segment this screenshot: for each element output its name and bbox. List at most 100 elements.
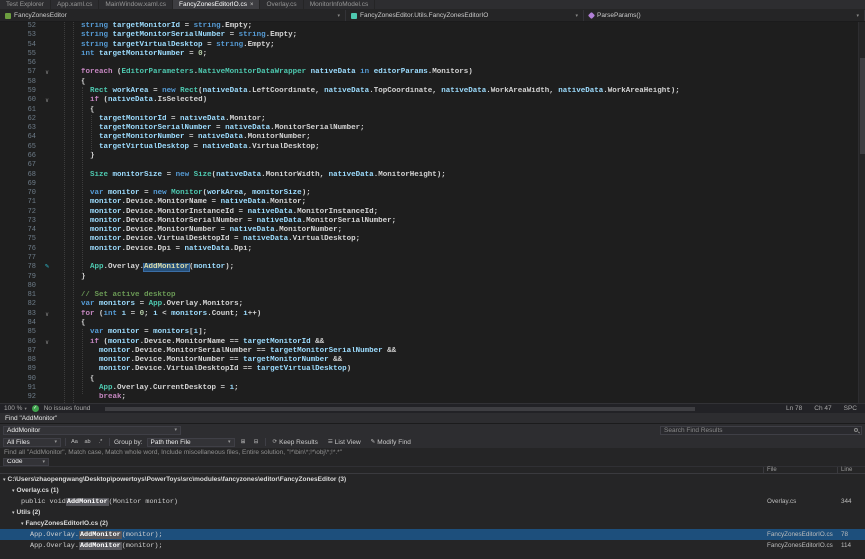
tab-fancyzoneseditorio-cs[interactable]: FancyZonesEditorIO.cs×: [173, 0, 260, 9]
tab-monitorinfomodel-cs[interactable]: MonitorInfoModel.cs: [304, 0, 376, 9]
zoom-select[interactable]: 100 % ▾: [4, 405, 27, 412]
close-icon[interactable]: ×: [250, 2, 254, 8]
regex-button[interactable]: .*: [96, 438, 105, 447]
code-line-60[interactable]: 60∨ if (nativeData.IsSelected): [0, 96, 865, 105]
code-line-73[interactable]: 73 monitor.Device.MonitorSerialNumber = …: [0, 217, 865, 226]
fold-collapse-icon[interactable]: ∨: [45, 311, 49, 318]
code-line-77[interactable]: 77: [0, 254, 865, 263]
column-line[interactable]: Line: [838, 467, 865, 473]
project-dropdown[interactable]: FancyZonesEditor ▾: [0, 10, 346, 21]
result-file: FancyZonesEditorIO.cs: [764, 531, 838, 538]
match-case-button[interactable]: Aa: [70, 438, 79, 447]
find-result-row[interactable]: App.Overlay.AddMonitor(monitor);FancyZon…: [0, 529, 865, 540]
modify-find-button[interactable]: ✎ Modify Find: [368, 439, 414, 446]
tab-mainwindow-xaml-cs[interactable]: MainWindow.xaml.cs: [99, 0, 173, 9]
code-line-67[interactable]: 67: [0, 161, 865, 170]
code-line-76[interactable]: 76 monitor.Device.Dpi = nativeData.Dpi;: [0, 245, 865, 254]
code-line-57[interactable]: 57∨ foreach (EditorParameters.NativeMoni…: [0, 68, 865, 77]
code-line-78[interactable]: 78✎ App.Overlay.AddMonitor(monitor);: [0, 263, 865, 272]
editor-vertical-scrollbar[interactable]: [858, 22, 865, 403]
column-indicator[interactable]: Ch 47: [814, 405, 831, 412]
find-query-combo[interactable]: AddMonitor ▾: [3, 426, 181, 435]
editor-horizontal-scrollbar[interactable]: [105, 407, 695, 411]
member-dropdown[interactable]: ParseParams() ▾: [584, 10, 865, 21]
file-types-combo[interactable]: All Files ▾: [3, 438, 61, 447]
code-line-62[interactable]: 62 targetMonitorId = nativeData.Monitor;: [0, 115, 865, 124]
issues-status[interactable]: No issues found: [44, 405, 91, 412]
code-line-86[interactable]: 86∨ if (monitor.Device.MonitorName == ta…: [0, 338, 865, 347]
code-line-83[interactable]: 83∨ for (int i = 0; i < monitors.Count; …: [0, 310, 865, 319]
code-line-56[interactable]: 56: [0, 59, 865, 68]
list-view-toggle[interactable]: ☰ List View: [325, 439, 364, 446]
space-mode-indicator[interactable]: SPC: [844, 405, 857, 412]
find-result-group-row[interactable]: ▾FancyZonesEditorIO.cs (2): [0, 518, 865, 529]
column-content[interactable]: [0, 467, 764, 473]
find-result-row[interactable]: public void AddMonitor(Monitor monitor)O…: [0, 496, 865, 507]
expander-icon[interactable]: ▾: [21, 521, 24, 527]
code-line-75[interactable]: 75 monitor.Device.VirtualDesktopId = nat…: [0, 235, 865, 244]
code-line-54[interactable]: 54 string targetVirtualDesktop = string.…: [0, 41, 865, 50]
tab-app-xaml-cs[interactable]: App.xaml.cs: [51, 0, 99, 9]
code-line-87[interactable]: 87 monitor.Device.MonitorSerialNumber ==…: [0, 347, 865, 356]
code-line-84[interactable]: 84 {: [0, 319, 865, 328]
code-line-58[interactable]: 58 {: [0, 78, 865, 87]
code-line-72[interactable]: 72 monitor.Device.MonitorInstanceId = na…: [0, 208, 865, 217]
expand-all-button[interactable]: ⊞: [239, 438, 248, 447]
tab-overlay-cs[interactable]: Overlay.cs: [260, 0, 303, 9]
code-line-69[interactable]: 69: [0, 180, 865, 189]
find-result-row[interactable]: App.Overlay.AddMonitor(monitor);FancyZon…: [0, 540, 865, 551]
code-line-59[interactable]: 59 Rect workArea = new Rect(nativeData.L…: [0, 87, 865, 96]
code-line-71[interactable]: 71 monitor.Device.MonitorName = nativeDa…: [0, 198, 865, 207]
code-line-89[interactable]: 89 monitor.Device.VirtualDesktopId == ta…: [0, 365, 865, 374]
code-line-82[interactable]: 82 var monitors = App.Overlay.Monitors;: [0, 300, 865, 309]
search-find-results-input[interactable]: [660, 426, 862, 435]
fold-collapse-icon[interactable]: ∨: [45, 339, 49, 346]
code-line-53[interactable]: 53 string targetMonitorSerialNumber = st…: [0, 31, 865, 40]
tab-test-explorer[interactable]: Test Explorer: [0, 0, 51, 9]
code-line-90[interactable]: 90 {: [0, 375, 865, 384]
type-dropdown[interactable]: FancyZonesEditor.Utils.FancyZonesEditorI…: [346, 10, 584, 21]
line-indicator[interactable]: Ln 78: [786, 405, 802, 412]
expander-icon[interactable]: ▾: [12, 510, 15, 516]
group-by-combo[interactable]: Path then File ▾: [147, 438, 235, 447]
editor-gutter: [40, 124, 54, 133]
code-line-61[interactable]: 61 {: [0, 106, 865, 115]
editor-gutter: [40, 319, 54, 328]
code-line-81[interactable]: 81 // Set active desktop: [0, 291, 865, 300]
code-line-92[interactable]: 92 break;: [0, 393, 865, 402]
code-line-63[interactable]: 63 targetMonitorSerialNumber = nativeDat…: [0, 124, 865, 133]
code-line-68[interactable]: 68 Size monitorSize = new Size(nativeDat…: [0, 171, 865, 180]
expander-icon[interactable]: ▾: [3, 477, 6, 483]
find-result-group-row[interactable]: ▾C:\Users\zhaopengwang\Desktop\powertoys…: [0, 474, 865, 485]
whole-word-button[interactable]: ab: [83, 438, 92, 447]
code-line-70[interactable]: 70 var monitor = new Monitor(workArea, m…: [0, 189, 865, 198]
code-text: Size monitorSize = new Size(nativeData.M…: [54, 171, 865, 180]
keep-results-toggle[interactable]: ⟳ Keep Results: [270, 439, 321, 446]
code-line-91[interactable]: 91 App.Overlay.CurrentDesktop = i;: [0, 384, 865, 393]
code-line-80[interactable]: 80: [0, 282, 865, 291]
code-line-88[interactable]: 88 monitor.Device.MonitorNumber == targe…: [0, 356, 865, 365]
expander-icon[interactable]: ▾: [12, 488, 15, 494]
code-text: monitor.Device.VirtualDesktopId == targe…: [54, 365, 865, 374]
code-filter-combo[interactable]: Code ▾: [3, 458, 49, 466]
fold-collapse-icon[interactable]: ∨: [45, 97, 49, 104]
find-result-group-row[interactable]: ▾Overlay.cs (1): [0, 485, 865, 496]
code-line-52[interactable]: 52 string targetMonitorId = string.Empty…: [0, 22, 865, 31]
find-result-group-row[interactable]: ▾Utils (2): [0, 507, 865, 518]
code-line-85[interactable]: 85 var monitor = monitors[i];: [0, 328, 865, 337]
editor-gutter: ∨: [40, 310, 54, 319]
editor-gutter: ✎: [40, 263, 54, 272]
code-line-64[interactable]: 64 targetMonitorNumber = nativeData.Moni…: [0, 133, 865, 142]
code-line-65[interactable]: 65 targetVirtualDesktop = nativeData.Vir…: [0, 143, 865, 152]
code-editor[interactable]: 52 string targetMonitorId = string.Empty…: [0, 22, 865, 403]
code-line-79[interactable]: 79 }: [0, 273, 865, 282]
code-line-74[interactable]: 74 monitor.Device.MonitorNumber = native…: [0, 226, 865, 235]
scrollbar-thumb[interactable]: [860, 58, 865, 154]
collapse-all-button[interactable]: ⊟: [252, 438, 261, 447]
code-line-55[interactable]: 55 int targetMonitorNumber = 0;: [0, 50, 865, 59]
line-number: 55: [0, 50, 40, 59]
fold-collapse-icon[interactable]: ∨: [45, 69, 49, 76]
code-text: break;: [54, 393, 865, 402]
column-file[interactable]: File: [764, 467, 838, 473]
code-line-66[interactable]: 66 }: [0, 152, 865, 161]
